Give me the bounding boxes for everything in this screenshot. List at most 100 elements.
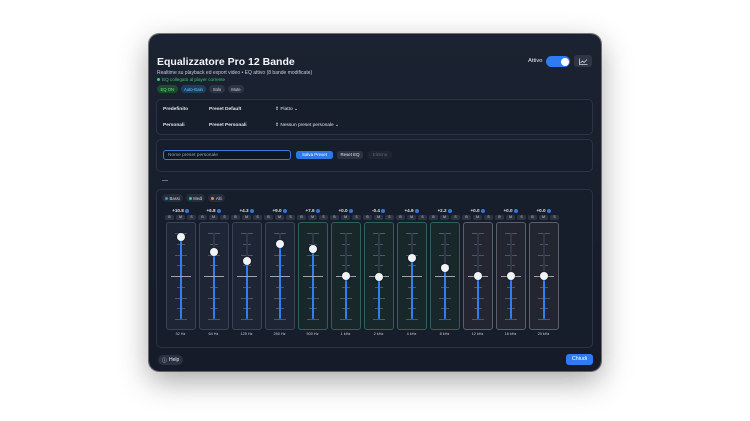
preset-default-select[interactable]: ⇕ Piatto ⌄ [275, 107, 298, 112]
band-slider[interactable] [496, 222, 526, 330]
band-button-0[interactable]: B [495, 215, 504, 220]
info-icon[interactable] [315, 208, 320, 213]
band-button-1[interactable]: M [473, 215, 482, 220]
slider-knob[interactable] [276, 239, 284, 248]
band-gain-value: +2.2 [429, 208, 460, 213]
band-slider[interactable] [166, 222, 196, 330]
band-gain-text: +6.8 [206, 208, 216, 213]
slider-knob[interactable] [375, 273, 383, 282]
band-button-0[interactable]: B [396, 215, 405, 220]
band-button-1[interactable]: M [407, 215, 416, 220]
band-bms-buttons: BMS [297, 215, 328, 220]
band-button-0[interactable]: B [363, 215, 372, 220]
band-slider[interactable] [397, 222, 427, 330]
info-icon[interactable] [184, 208, 189, 213]
band-gain-text: +0.0 [503, 208, 513, 213]
band-slider[interactable] [430, 222, 460, 330]
band-button-1[interactable]: M [506, 215, 515, 220]
band-button-1[interactable]: M [308, 215, 317, 220]
info-icon[interactable] [282, 208, 287, 213]
band-gain-value: +0.0 [495, 208, 526, 213]
band-button-0[interactable]: B [264, 215, 273, 220]
legend-dot-icon [165, 196, 168, 200]
band-slider[interactable] [298, 222, 328, 330]
band-button-0[interactable]: B [429, 215, 438, 220]
band-button-2[interactable]: S [517, 215, 526, 220]
slider-knob[interactable] [474, 272, 482, 280]
info-icon[interactable] [546, 208, 551, 213]
preset-name-input[interactable]: Nome preset personale [163, 150, 291, 160]
info-icon[interactable] [414, 208, 419, 213]
info-icon[interactable] [348, 208, 353, 213]
graph-button[interactable] [574, 55, 592, 67]
band-button-0[interactable]: B [297, 215, 306, 220]
band-button-0[interactable]: B [165, 215, 174, 220]
band-button-2[interactable]: S [253, 215, 262, 220]
reset-eq-button[interactable]: Reset EQ [337, 151, 363, 159]
band-button-0[interactable]: B [231, 215, 240, 220]
band-slider[interactable] [232, 222, 262, 330]
band-button-1[interactable]: M [440, 215, 449, 220]
band-button-2[interactable]: S [550, 215, 559, 220]
band-11: +0.0 B M S 20 kHz [528, 204, 559, 340]
band-button-1[interactable]: M [539, 215, 548, 220]
band-button-2[interactable]: S [418, 215, 427, 220]
band-button-2[interactable]: S [484, 215, 493, 220]
band-button-2[interactable]: S [385, 215, 394, 220]
slider-knob[interactable] [408, 254, 416, 263]
band-slider[interactable] [199, 222, 229, 330]
band-slider[interactable] [364, 222, 394, 330]
slider-knob[interactable] [210, 247, 218, 256]
slider-knob[interactable] [342, 272, 350, 280]
band-3: +9.0 B M S 250 Hz [264, 204, 295, 340]
band-button-1[interactable]: M [374, 215, 383, 220]
close-button[interactable]: Chiudi [566, 354, 593, 365]
slider-knob[interactable] [507, 272, 515, 280]
slider-tick [472, 319, 484, 320]
band-button-2[interactable]: S [352, 215, 361, 220]
band-button-1[interactable]: M [242, 215, 251, 220]
info-icon[interactable] [480, 208, 485, 213]
help-button[interactable]: ⓘ Help [158, 355, 184, 365]
band-bms-buttons: BMS [495, 215, 526, 220]
band-bms-buttons: BMS [165, 215, 196, 220]
window-title: Equalizzatore Pro 12 Bande [157, 56, 295, 68]
band-button-1[interactable]: M [209, 215, 218, 220]
band-button-2[interactable]: S [286, 215, 295, 220]
save-preset-button[interactable]: Salva Preset [296, 151, 333, 159]
slider-knob[interactable] [441, 264, 449, 273]
band-slider[interactable] [265, 222, 295, 330]
band-button-0[interactable]: B [528, 215, 537, 220]
info-icon[interactable] [447, 208, 452, 213]
band-slider[interactable] [463, 222, 493, 330]
slider-knob[interactable] [540, 272, 548, 280]
band-gain-value: +0.0 [528, 208, 559, 213]
band-button-2[interactable]: S [187, 215, 196, 220]
info-icon[interactable] [380, 208, 385, 213]
legend-alti: Alti [208, 194, 225, 202]
band-button-2[interactable]: S [220, 215, 229, 220]
band-gain-value: +0.0 [330, 208, 361, 213]
delete-preset-button[interactable]: Elimina [368, 151, 392, 159]
band-gain-text: +4.3 [239, 208, 249, 213]
band-button-1[interactable]: M [275, 215, 284, 220]
band-button-1[interactable]: M [341, 215, 350, 220]
band-button-0[interactable]: B [198, 215, 207, 220]
band-slider[interactable] [331, 222, 361, 330]
active-toggle[interactable] [546, 56, 570, 67]
band-button-2[interactable]: S [451, 215, 460, 220]
band-button-2[interactable]: S [319, 215, 328, 220]
band-button-0[interactable]: B [462, 215, 471, 220]
slider-tick [340, 319, 352, 320]
info-icon[interactable] [513, 208, 518, 213]
slider-knob[interactable] [309, 244, 317, 253]
preset-personal-select[interactable]: ⇕ Nessun preset personale ⌄ [275, 123, 339, 128]
band-button-0[interactable]: B [330, 215, 339, 220]
slider-knob[interactable] [243, 256, 251, 265]
info-icon[interactable] [216, 208, 221, 213]
question-icon: ⓘ [162, 357, 168, 364]
slider-knob[interactable] [177, 233, 185, 242]
band-slider[interactable] [529, 222, 559, 330]
info-icon[interactable] [249, 208, 254, 213]
band-button-1[interactable]: M [176, 215, 185, 220]
